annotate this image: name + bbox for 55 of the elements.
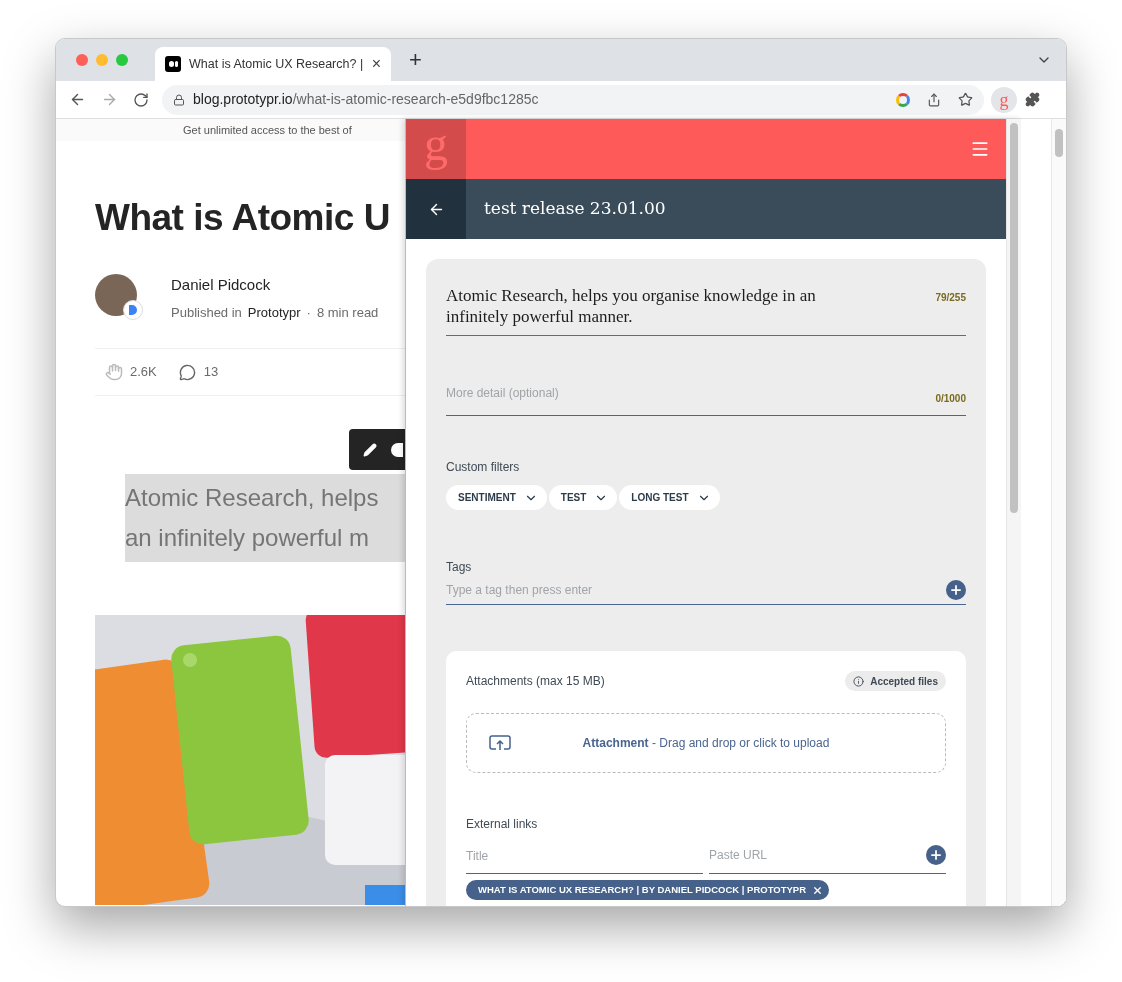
- published-label: Published in: [171, 303, 242, 322]
- publication-link[interactable]: Prototypr: [247, 302, 301, 322]
- statement-field[interactable]: Atomic Research, helps you organise knowledge in an infinitely powerful manner. 79/255: [446, 285, 966, 336]
- filters-label: Custom filters: [446, 459, 521, 476]
- accepted-files-button[interactable]: Accepted files: [845, 671, 946, 691]
- browser-tab[interactable]: What is Atomic UX Research? | ×: [155, 47, 391, 81]
- filter-dropdown[interactable]: SENTIMENT: [446, 485, 547, 510]
- banner-text: Get unlimited access to the best of: [183, 122, 352, 138]
- share-icon[interactable]: [927, 92, 941, 107]
- back-icon[interactable]: [69, 91, 86, 108]
- bookmark-star-icon[interactable]: [958, 92, 973, 107]
- google-icon[interactable]: [896, 92, 910, 107]
- new-tab-button[interactable]: +: [409, 49, 422, 71]
- character-counter: 0/1000: [935, 392, 966, 406]
- upload-icon: [489, 735, 511, 751]
- tags-label: Tags: [446, 559, 473, 576]
- detail-field[interactable]: More detail (optional) 0/1000: [446, 384, 966, 416]
- menu-icon[interactable]: [970, 139, 990, 159]
- add-link-button[interactable]: [926, 845, 946, 865]
- attachments-label: Attachments (max 15 MB): [466, 673, 605, 690]
- site-icon: [165, 56, 181, 72]
- filter-dropdown[interactable]: LONG TEST: [619, 485, 720, 510]
- release-title: test release 23.01.00: [484, 197, 666, 221]
- extensions-icon[interactable]: [1025, 92, 1040, 107]
- author-name[interactable]: Daniel Pidcock: [171, 274, 379, 297]
- url-text: blog.prototypr.io/what-is-atomic-research-e5d9fbc1285c: [193, 90, 539, 109]
- read-time: 8 min read: [316, 303, 379, 322]
- tab-title: What is Atomic UX Research? |: [189, 55, 364, 73]
- drop-zone-text: Attachment - Drag and drop or click to upload: [581, 735, 831, 752]
- clap-count: 2.6K: [130, 363, 157, 382]
- separator-dot: ·: [306, 303, 311, 322]
- reload-icon[interactable]: [133, 91, 149, 108]
- statement-text: Atomic Research, helps you organise knowledge in an infinitely powerful manner.: [446, 285, 817, 327]
- tag-placeholder: Type a tag then press enter: [446, 582, 593, 599]
- tab-close-button[interactable]: ×: [371, 52, 381, 76]
- author-avatar[interactable]: [95, 274, 137, 316]
- remove-icon[interactable]: [812, 884, 823, 896]
- address-bar[interactable]: blog.prototypr.io/what-is-atomic-research-e5d9fbc1285c: [162, 84, 984, 115]
- comment-count: 13: [203, 363, 219, 382]
- info-icon: [853, 675, 865, 687]
- link-chip[interactable]: WHAT IS ATOMIC UX RESEARCH? | BY DANIEL PIDCOCK | PROTOTYPR: [466, 880, 829, 900]
- character-counter: 79/255: [935, 291, 966, 305]
- article-title: What is Atomic U: [95, 199, 391, 236]
- filter-dropdown[interactable]: TEST: [548, 485, 618, 510]
- detail-placeholder: More detail (optional): [446, 385, 559, 402]
- comment-icon[interactable]: [178, 363, 196, 381]
- lock-icon: [173, 93, 185, 106]
- links-label: External links: [466, 816, 539, 833]
- plus-icon: [929, 848, 943, 862]
- publication-badge[interactable]: [123, 300, 143, 320]
- highlighted-quote: Atomic Research, helps an infinitely powerful m: [125, 474, 405, 562]
- add-tag-button[interactable]: [946, 580, 966, 600]
- pen-icon[interactable]: [363, 442, 377, 457]
- plus-icon: [949, 583, 963, 597]
- drop-zone[interactable]: Attachment - Drag and drop or click to upload: [466, 713, 946, 773]
